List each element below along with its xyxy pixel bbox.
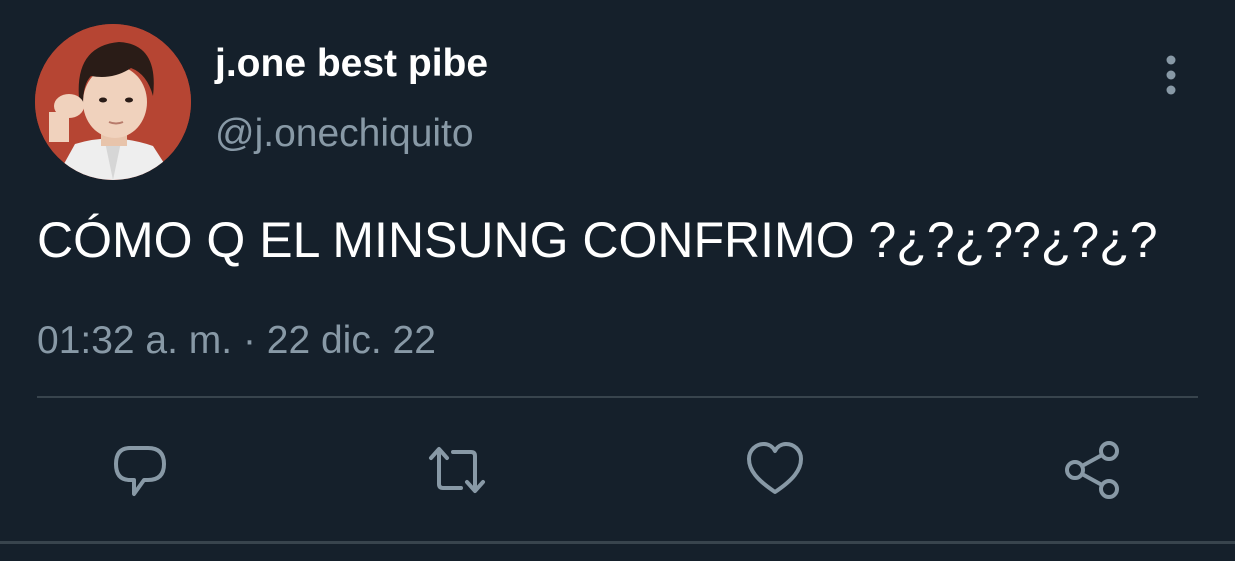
vertical-dots-icon [1166,55,1176,95]
retweet-button[interactable] [427,440,487,500]
display-name[interactable]: j.one best pibe [215,40,488,88]
avatar[interactable] [35,24,191,180]
tweet-timestamp[interactable]: 01:32 a. m. · 22 dic. 22 [37,317,436,365]
retweet-icon [429,447,485,493]
bottom-divider [0,541,1235,544]
tweet-card: j.one best pibe @j.onechiquito CÓMO Q EL… [0,0,1235,561]
tweet-text: CÓMO Q EL MINSUNG CONFRIMO ?¿?¿??¿?¿? [37,212,1158,268]
user-handle[interactable]: @j.onechiquito [215,110,474,158]
avatar-photo [35,24,191,180]
like-button[interactable] [745,440,805,500]
share-icon [1065,441,1119,499]
reply-button[interactable] [110,440,170,500]
more-options-button[interactable] [1150,50,1192,100]
heart-icon [747,442,803,494]
share-button[interactable] [1062,440,1122,500]
divider [37,396,1198,398]
reply-icon [114,446,166,496]
